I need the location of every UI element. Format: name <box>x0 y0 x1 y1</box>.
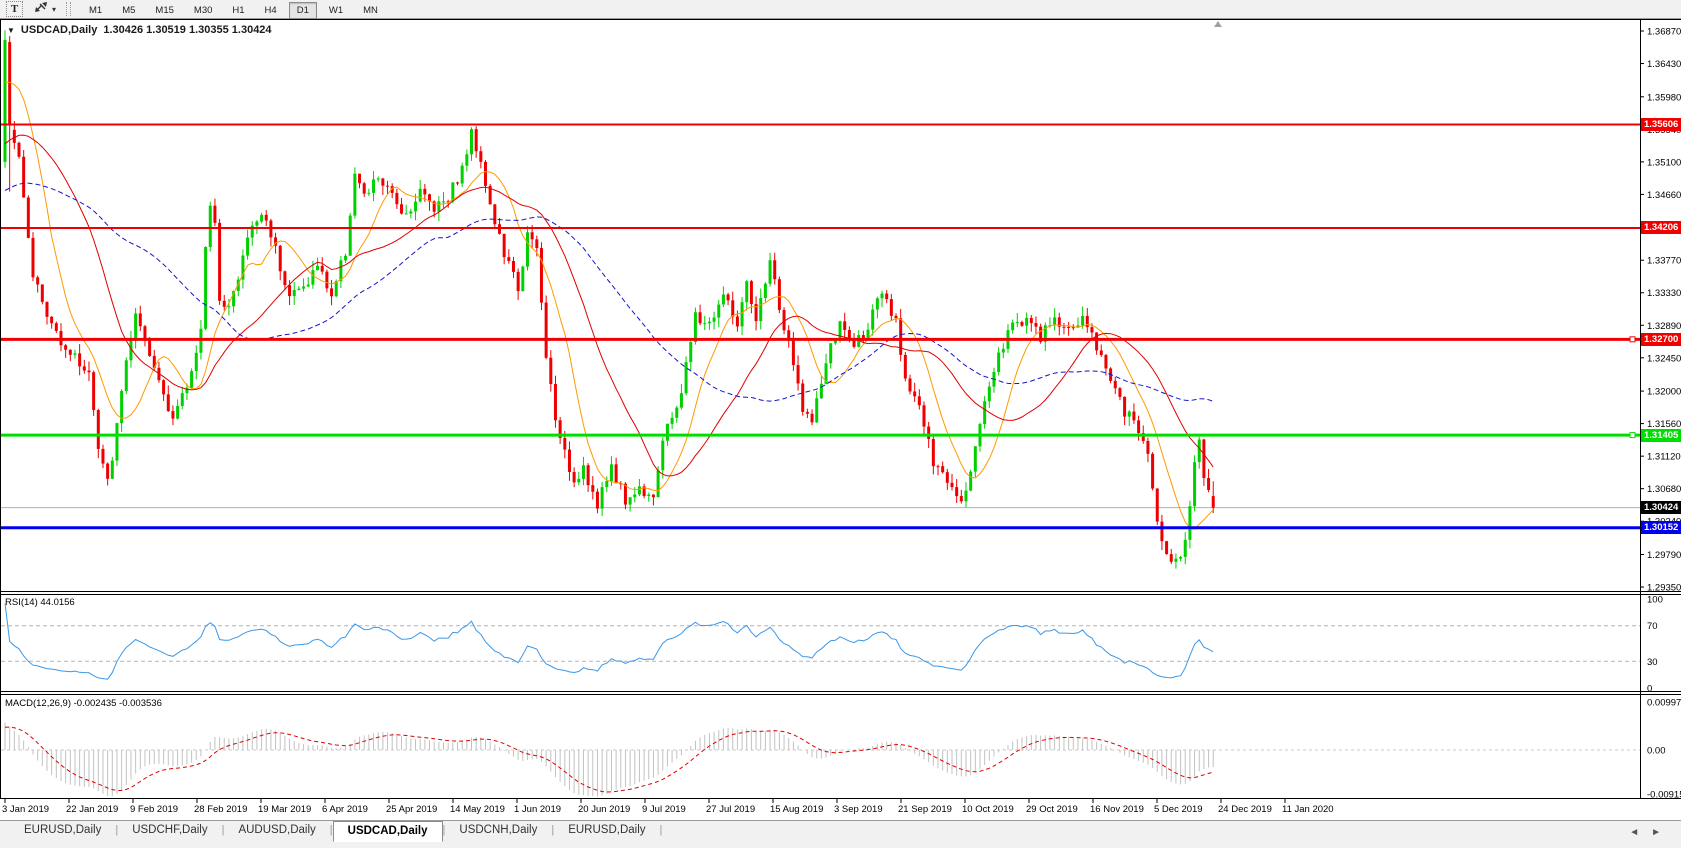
macd-panel <box>1 722 1640 796</box>
svg-text:25 Apr 2019: 25 Apr 2019 <box>386 804 437 815</box>
current-price-badge: 1.30424 <box>1641 501 1681 514</box>
line-handle[interactable] <box>1630 337 1635 342</box>
svg-text:1.32000: 1.32000 <box>1647 387 1681 398</box>
chart-tab-bar: EURUSD,Daily|USDCHF,Daily|AUDUSD,Daily|U… <box>0 820 1681 848</box>
timeframe-button-MN[interactable]: MN <box>355 2 386 19</box>
svg-text:29 Oct 2019: 29 Oct 2019 <box>1026 804 1078 815</box>
svg-text:16 Nov 2019: 16 Nov 2019 <box>1090 804 1144 815</box>
price-axis: 1.368701.364301.359801.355401.351001.346… <box>1640 27 1681 801</box>
svg-text:27 Jul 2019: 27 Jul 2019 <box>706 804 755 815</box>
svg-text:3 Jan 2019: 3 Jan 2019 <box>2 804 49 815</box>
rsi-indicator-label: RSI(14) 44.0156 <box>5 597 75 608</box>
tab-scroll-right-icon[interactable]: ► <box>1651 827 1673 838</box>
diagonal-arrows-icon <box>33 0 49 19</box>
price-chart-canvas[interactable]: 1.368701.364301.359801.355401.351001.346… <box>0 19 1681 819</box>
svg-text:1.36870: 1.36870 <box>1647 27 1681 38</box>
svg-text:1.32890: 1.32890 <box>1647 321 1681 332</box>
svg-text:6 Apr 2019: 6 Apr 2019 <box>322 804 368 815</box>
tab-scroll-arrows[interactable]: ◄► <box>1629 827 1673 838</box>
svg-text:0: 0 <box>1647 684 1652 695</box>
macd-signal-line <box>5 727 1213 792</box>
chart-tab-usdcnhdaily-4[interactable]: USDCNH,Daily <box>445 821 551 840</box>
svg-text:1.30680: 1.30680 <box>1647 484 1681 495</box>
svg-text:-0.00915: -0.00915 <box>1647 790 1681 801</box>
tab-divider: | <box>660 821 663 836</box>
svg-text:19 Mar 2019: 19 Mar 2019 <box>258 804 311 815</box>
chart-tab-eurusddaily-5[interactable]: EURUSD,Daily <box>554 821 659 840</box>
svg-text:1.34660: 1.34660 <box>1647 190 1681 201</box>
svg-text:1.35100: 1.35100 <box>1647 157 1681 168</box>
svg-text:0.009975: 0.009975 <box>1647 698 1681 709</box>
svg-text:1.36430: 1.36430 <box>1647 59 1681 70</box>
svg-text:10 Oct 2019: 10 Oct 2019 <box>962 804 1014 815</box>
moving-average-ma-mid <box>5 135 1213 476</box>
macd-histogram <box>5 722 1213 796</box>
svg-text:21 Sep 2019: 21 Sep 2019 <box>898 804 952 815</box>
chart-symbol-label: USDCAD,Daily <box>21 24 97 36</box>
svg-text:100: 100 <box>1647 595 1663 606</box>
timeframe-button-M1[interactable]: M1 <box>81 2 110 19</box>
rsi-line <box>5 604 1213 680</box>
price-badge-1.31405: 1.31405 <box>1641 429 1681 442</box>
timeframe-button-M30[interactable]: M30 <box>186 2 220 19</box>
chevron-down-icon: ▾ <box>52 5 56 14</box>
timeframe-buttons: M1M5M15 M30H1 H4D1W1MN <box>79 0 388 18</box>
svg-text:70: 70 <box>1647 621 1658 632</box>
timeframe-button-H1[interactable]: H1 <box>224 2 252 19</box>
svg-text:20 Jun 2019: 20 Jun 2019 <box>578 804 630 815</box>
timeframe-button-W1[interactable]: W1 <box>321 2 351 19</box>
moving-average-ma-slow <box>5 183 1213 401</box>
svg-text:28 Feb 2019: 28 Feb 2019 <box>194 804 247 815</box>
timeframe-button-M5[interactable]: M5 <box>114 2 143 19</box>
svg-text:1.32450: 1.32450 <box>1647 353 1681 364</box>
chart-title: ▼ USDCAD,Daily 1.30426 1.30519 1.30355 1… <box>7 24 272 36</box>
chart-tabs: EURUSD,Daily|USDCHF,Daily|AUDUSD,Daily|U… <box>10 821 662 842</box>
price-badge-1.30152: 1.30152 <box>1641 521 1681 534</box>
moving-average-ma-fast <box>5 82 1213 529</box>
text-tool-button[interactable]: T <box>6 1 23 17</box>
svg-text:14 May 2019: 14 May 2019 <box>450 804 505 815</box>
date-axis: 3 Jan 2019 22 Jan 2019 9 Feb 2019 28 Feb 20… <box>2 799 1334 815</box>
svg-text:1.35980: 1.35980 <box>1647 92 1681 103</box>
svg-text:1.29790: 1.29790 <box>1647 550 1681 561</box>
rsi-panel <box>1 604 1640 680</box>
chart-window[interactable]: 1.368701.364301.359801.355401.351001.346… <box>0 19 1681 819</box>
chart-tab-usdchfdaily-1[interactable]: USDCHF,Daily <box>118 821 221 840</box>
chart-tab-usdcaddaily-3[interactable]: USDCAD,Daily <box>333 821 443 842</box>
svg-text:1.29350: 1.29350 <box>1647 583 1681 594</box>
svg-text:30: 30 <box>1647 657 1658 668</box>
timeframe-button-M15[interactable]: M15 <box>147 2 181 19</box>
macd-indicator-label: MACD(12,26,9) -0.002435 -0.003536 <box>5 698 162 709</box>
timeframe-button-D1[interactable]: D1 <box>289 2 317 19</box>
timeframe-button-H4[interactable]: H4 <box>257 2 285 19</box>
top-toolbar: T ▾ M1M5M15 M30H1 H4D1W1MN <box>0 0 1681 19</box>
svg-text:3 Sep 2019: 3 Sep 2019 <box>834 804 883 815</box>
chart-tab-audusddaily-2[interactable]: AUDUSD,Daily <box>224 821 329 840</box>
svg-text:22 Jan 2019: 22 Jan 2019 <box>66 804 118 815</box>
price-badge-1.34206: 1.34206 <box>1641 221 1681 234</box>
line-handle[interactable] <box>1630 433 1635 438</box>
arrows-tool-button[interactable]: ▾ <box>33 0 56 19</box>
svg-text:1.33770: 1.33770 <box>1647 256 1681 267</box>
toolbar-separator <box>66 2 71 16</box>
svg-text:11 Jan 2020: 11 Jan 2020 <box>1282 804 1334 815</box>
collapse-triangle-icon[interactable]: ▼ <box>7 26 15 35</box>
svg-text:5 Dec 2019: 5 Dec 2019 <box>1154 804 1203 815</box>
svg-text:1.33330: 1.33330 <box>1647 288 1681 299</box>
svg-text:1.31120: 1.31120 <box>1647 452 1681 463</box>
svg-text:24 Dec 2019: 24 Dec 2019 <box>1218 804 1272 815</box>
chart-ohlc-values: 1.30426 1.30519 1.30355 1.30424 <box>103 24 271 36</box>
chart-tab-eurusddaily-0[interactable]: EURUSD,Daily <box>10 821 115 840</box>
svg-text:9 Jul 2019: 9 Jul 2019 <box>642 804 686 815</box>
price-badge-1.32700: 1.32700 <box>1641 333 1681 346</box>
svg-text:1 Jun 2019: 1 Jun 2019 <box>514 804 561 815</box>
price-badge-1.35606: 1.35606 <box>1641 118 1681 131</box>
candles-layer <box>4 30 1215 568</box>
svg-text:9 Feb 2019: 9 Feb 2019 <box>130 804 178 815</box>
price-panel <box>0 30 1640 568</box>
svg-text:0.00: 0.00 <box>1647 746 1666 757</box>
svg-text:15 Aug 2019: 15 Aug 2019 <box>770 804 823 815</box>
chart-shift-marker-icon <box>1214 21 1222 27</box>
tab-scroll-left-icon[interactable]: ◄ <box>1629 827 1651 838</box>
